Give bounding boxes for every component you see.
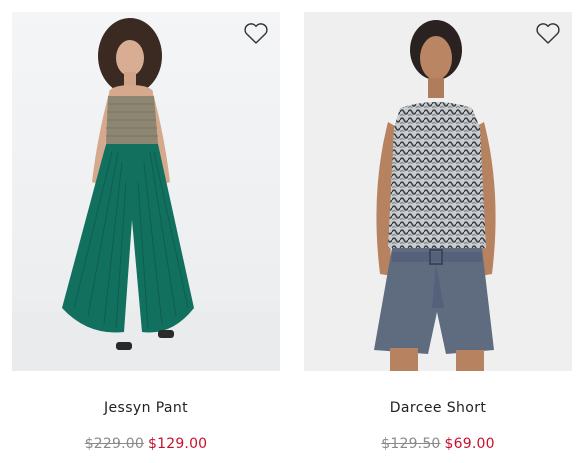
product-image[interactable] (304, 12, 572, 371)
product-photo-jessyn-pant (12, 18, 280, 371)
product-card[interactable]: Jessyn Pant $229.00 $129.00 (12, 12, 280, 452)
sale-price: $69.00 (444, 436, 495, 452)
original-price: $129.50 (381, 436, 441, 452)
wishlist-heart-icon[interactable] (534, 20, 562, 46)
sale-price: $129.00 (148, 436, 208, 452)
product-name[interactable]: Jessyn Pant (12, 400, 280, 416)
product-photo-darcee-short (374, 20, 496, 371)
product-price: $129.50 $69.00 (304, 436, 572, 452)
product-image[interactable] (12, 12, 280, 371)
original-price: $229.00 (84, 436, 144, 452)
product-price: $229.00 $129.00 (12, 436, 280, 452)
wishlist-heart-icon[interactable] (242, 20, 270, 46)
product-card[interactable]: Darcee Short $129.50 $69.00 (304, 12, 572, 452)
product-name[interactable]: Darcee Short (304, 400, 572, 416)
